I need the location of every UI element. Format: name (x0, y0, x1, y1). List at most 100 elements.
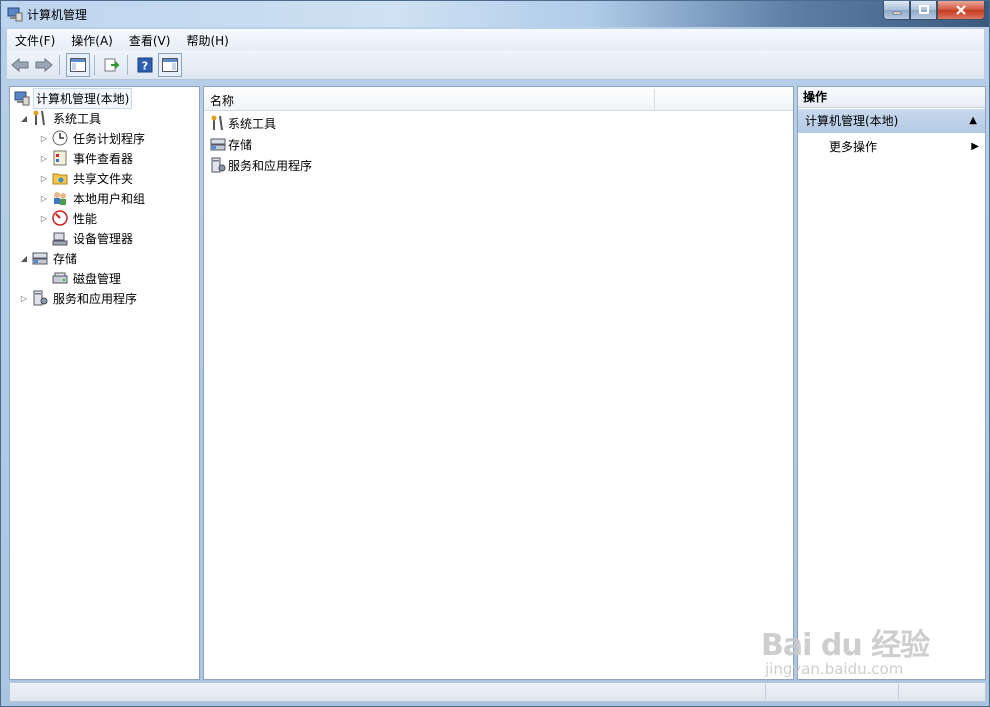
toolbar-separator (94, 55, 95, 75)
back-arrow-icon (11, 58, 29, 72)
expand-arrow-icon[interactable]: ▷ (38, 194, 50, 203)
forward-arrow-icon (35, 58, 53, 72)
toolbar: ? (7, 51, 984, 80)
console-tree-icon (70, 58, 86, 72)
show-hide-console-tree-button[interactable] (66, 53, 90, 77)
tree-label: 系统工具 (53, 111, 102, 126)
console-tree-pane[interactable]: 计算机管理(本地) ◢ 系统工具 ▷ 任务计划程序 ▷ 事件查看器 ▷ 共享文件… (9, 86, 200, 680)
tree-label: 本地用户和组 (73, 191, 146, 206)
performance-gauge-icon (52, 210, 68, 226)
close-icon (956, 5, 966, 15)
users-icon (54, 192, 66, 205)
tree-item-local-users-groups[interactable]: ▷ 本地用户和组 (38, 188, 147, 208)
tree-item-task-scheduler[interactable]: ▷ 任务计划程序 (38, 128, 147, 148)
tree-label: 服务和应用程序 (53, 291, 138, 306)
toolbar-separator (127, 55, 128, 75)
menu-file[interactable]: 文件(F) (7, 32, 63, 49)
clock-icon (52, 130, 68, 146)
list-item-label: 系统工具 (228, 116, 277, 131)
collapse-arrow-icon[interactable]: ◢ (18, 114, 30, 123)
tree-label: 共享文件夹 (73, 171, 134, 186)
tree-item-event-viewer[interactable]: ▷ 事件查看器 (38, 148, 135, 168)
tree-label: 存储 (53, 251, 78, 266)
menu-action[interactable]: 操作(A) (63, 32, 121, 49)
show-hide-action-pane-button[interactable] (158, 53, 182, 77)
disk-icon (52, 272, 68, 284)
collapse-up-icon[interactable]: ▲ (969, 109, 977, 133)
menu-help[interactable]: 帮助(H) (178, 32, 236, 49)
tree-label: 磁盘管理 (73, 271, 122, 286)
list-item-label: 服务和应用程序 (228, 158, 313, 173)
expand-arrow-icon[interactable]: ▷ (38, 134, 50, 143)
baidu-jingyan-watermark: Bai du 经验 jingyan.baidu.com (761, 606, 941, 686)
action-section-computer-management[interactable]: 计算机管理(本地) ▲ (798, 109, 985, 133)
more-actions-item[interactable]: 更多操作 ▶ (829, 137, 979, 157)
submenu-arrow-icon: ▶ (971, 141, 979, 152)
expand-arrow-icon[interactable]: ▷ (38, 174, 50, 183)
computer-management-icon (7, 7, 23, 22)
back-button[interactable] (9, 54, 31, 76)
export-list-button[interactable] (101, 54, 123, 76)
window-title: 计算机管理 (27, 8, 88, 22)
result-list-pane[interactable]: 名称 系统工具 存储 服务和应用程序 (203, 86, 794, 680)
tree-item-disk-management[interactable]: 磁盘管理 (38, 268, 123, 288)
list-item-services-applications[interactable]: 服务和应用程序 (210, 155, 312, 175)
computer-management-icon (14, 91, 30, 106)
computer-management-window: 计算机管理 文件(F) 操作(A) 查看(V) 帮助(H) ? 计算机管理(本地… (0, 0, 990, 707)
list-item-system-tools[interactable]: 系统工具 (210, 113, 276, 133)
title-bar[interactable]: 计算机管理 (1, 1, 989, 27)
tree-item-services-applications[interactable]: ▷ 服务和应用程序 (18, 288, 139, 308)
menu-bar: 文件(F) 操作(A) 查看(V) 帮助(H) (7, 29, 984, 51)
tree-item-shared-folders[interactable]: ▷ 共享文件夹 (38, 168, 135, 188)
tree-label: 任务计划程序 (73, 131, 146, 146)
storage-icon (32, 252, 48, 265)
tree-item-storage[interactable]: ◢ 存储 (18, 248, 79, 268)
storage-icon (210, 138, 226, 151)
list-item-label: 存储 (228, 137, 253, 152)
device-manager-icon (52, 232, 68, 246)
tree-label: 计算机管理(本地) (33, 87, 133, 109)
menu-view[interactable]: 查看(V) (121, 32, 179, 49)
system-tools-icon (33, 110, 45, 126)
more-actions-label: 更多操作 (829, 140, 878, 154)
action-section-label: 计算机管理(本地) (805, 114, 899, 128)
expand-arrow-icon[interactable]: ▷ (38, 154, 50, 163)
shared-folder-icon (52, 173, 68, 185)
svg-text:?: ? (142, 60, 148, 73)
forward-button[interactable] (33, 54, 55, 76)
watermark-logo: Bai du 经验 (761, 628, 930, 663)
services-icon (33, 290, 48, 306)
expand-arrow-icon[interactable]: ▷ (18, 294, 30, 303)
status-divider (765, 684, 766, 700)
column-header-name[interactable]: 名称 (210, 92, 234, 109)
action-pane: 操作 计算机管理(本地) ▲ 更多操作 ▶ (797, 86, 986, 680)
tree-label: 性能 (73, 211, 98, 226)
status-divider (898, 684, 899, 700)
minimize-icon (892, 11, 901, 15)
services-icon (211, 157, 226, 173)
list-header: 名称 (204, 87, 793, 111)
expand-arrow-icon[interactable]: ▷ (38, 214, 50, 223)
action-pane-icon (162, 58, 178, 72)
column-divider[interactable] (654, 89, 655, 109)
help-button[interactable]: ? (134, 54, 156, 76)
tree-label: 事件查看器 (73, 151, 134, 166)
tree-item-performance[interactable]: ▷ 性能 (38, 208, 99, 228)
event-viewer-icon (53, 150, 67, 166)
close-button[interactable] (937, 1, 985, 20)
system-tools-icon (211, 115, 223, 131)
export-list-icon (104, 58, 120, 72)
toolbar-separator (59, 55, 60, 75)
tree-item-root[interactable]: 计算机管理(本地) (12, 87, 133, 109)
collapse-arrow-icon[interactable]: ◢ (18, 254, 30, 263)
maximize-button[interactable] (910, 1, 937, 20)
tree-item-device-manager[interactable]: 设备管理器 (38, 228, 135, 248)
watermark-url: jingyan.baidu.com (765, 660, 904, 678)
tree-label: 设备管理器 (73, 231, 134, 246)
list-item-storage[interactable]: 存储 (210, 134, 252, 154)
tree-item-system-tools[interactable]: ◢ 系统工具 (18, 108, 103, 128)
action-pane-header: 操作 (798, 87, 985, 108)
minimize-button[interactable] (883, 1, 910, 20)
maximize-icon (918, 5, 929, 14)
help-icon: ? (137, 57, 153, 73)
